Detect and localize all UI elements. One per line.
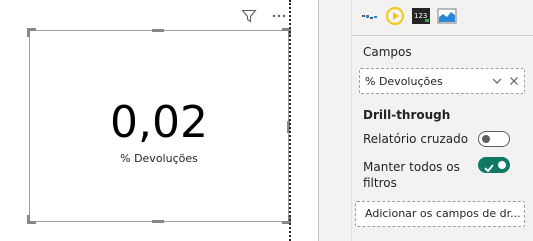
keep-filters-label-line1: Manter todos os [363, 160, 460, 174]
kpi-gauge-icon[interactable] [385, 6, 405, 26]
chevron-down-icon[interactable] [490, 74, 504, 88]
resize-handle-top-left[interactable] [27, 28, 36, 37]
area-chart-icon[interactable] [437, 6, 457, 26]
toggle-knob [482, 135, 490, 143]
resize-handle-top[interactable] [152, 29, 164, 32]
card-icon[interactable]: 123 [411, 6, 431, 26]
pane-separator [352, 35, 533, 36]
toggle-knob [498, 161, 506, 169]
report-canvas: 0,02 % Devoluções [0, 0, 292, 241]
fields-well[interactable]: % Devoluções [359, 68, 525, 94]
cross-report-toggle[interactable] [478, 131, 510, 147]
page-edge-divider [289, 0, 291, 241]
keep-filters-label-line2: filtros [363, 176, 397, 190]
close-icon[interactable] [507, 74, 521, 88]
waterfall-chart-icon[interactable] [359, 6, 379, 26]
card-category-label: % Devoluções [120, 152, 198, 165]
fields-heading: Campos [363, 45, 412, 59]
keep-filters-toggle[interactable] [478, 157, 510, 173]
svg-text:123: 123 [414, 12, 427, 20]
more-options-icon[interactable] [270, 7, 288, 25]
field-chip-label: % Devoluções [365, 74, 443, 88]
card-value: 0,02 [110, 97, 208, 148]
resize-handle-bottom[interactable] [152, 220, 164, 223]
canvas-gutter [292, 0, 319, 241]
visual-header [240, 6, 288, 26]
filter-icon[interactable] [240, 7, 258, 25]
cross-report-label: Relatório cruzado [363, 132, 469, 146]
visual-type-gallery: 123 [359, 6, 457, 26]
add-drillthrough-fields-well[interactable]: Adicionar os campos de dr... [355, 201, 525, 227]
resize-handle-bottom-left[interactable] [27, 215, 36, 224]
card-visual[interactable]: 0,02 % Devoluções [27, 28, 291, 224]
check-icon [483, 159, 495, 178]
visualizations-pane: 123 Campos % Devoluções Drill-through Re… [319, 0, 533, 241]
drillthrough-heading: Drill-through [363, 108, 451, 122]
